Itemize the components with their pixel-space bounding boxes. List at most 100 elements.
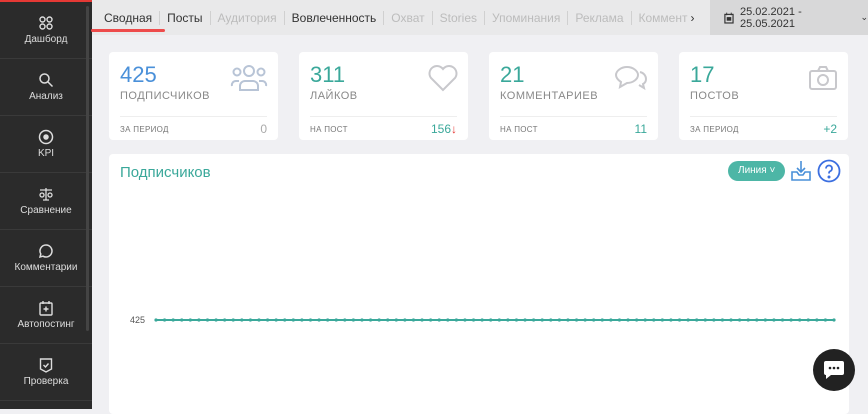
data-point [695,318,699,322]
stat-card-followers: 425 ПОДПИСЧИКОВ ЗА ПЕРИОД 0 [109,52,278,140]
sidebar-item-kpi[interactable]: KPI [0,116,92,173]
sidebar-item-dashboard[interactable]: Дашборд [0,2,92,59]
data-point [403,318,407,322]
data-point [583,318,587,322]
data-point [411,318,416,322]
data-point [317,318,321,322]
stat-foot-label: ЗА ПЕРИОД [690,124,739,134]
users-icon [230,65,268,91]
calendar-plus-icon [39,301,53,316]
followers-chart-panel: Подписчиков Линия ˅ 425 [109,154,849,414]
data-point [180,318,184,322]
data-point [815,318,819,322]
data-point [291,318,295,322]
data-point [214,318,218,322]
stat-foot-value: 156 [430,122,451,136]
data-point [806,318,810,322]
data-point [454,318,458,322]
tab-comments[interactable]: Коммент [632,11,691,25]
data-point [240,318,244,322]
data-point [471,318,476,322]
comments-icon [614,65,648,91]
data-point [506,318,510,322]
stat-foot-value: 0 [260,122,267,136]
date-range-picker[interactable]: 25.02.2021 - 25.05.2021 ⌄ [710,0,868,35]
data-point [420,318,424,322]
data-point [643,318,647,322]
calendar-icon [724,12,734,24]
stat-card-posts: 17 ПОСТОВ ЗА ПЕРИОД +2 [679,52,848,140]
data-point [720,318,725,322]
tab-posts[interactable]: Посты [160,10,211,25]
data-point [351,318,355,322]
tab-reach[interactable]: Охват [384,10,433,25]
sidebar-item-comments[interactable]: Комментарии [0,230,92,287]
check-shield-icon [39,358,53,373]
stat-foot-label: НА ПОСТ [310,124,348,134]
data-point [283,318,287,322]
tab-stories[interactable]: Stories [433,10,486,25]
data-point [677,318,682,322]
tab-ads[interactable]: Реклама [568,10,632,25]
chat-icon [824,361,844,379]
heart-icon [428,65,458,92]
camera-icon [809,66,837,90]
comment-icon [38,244,53,259]
search-icon [39,73,54,88]
data-point [549,318,553,322]
data-point [188,318,192,322]
sidebar-item-analysis[interactable]: Анализ [0,59,92,116]
line-chart: 425 [130,315,836,325]
tab-audience[interactable]: Аудитория [211,10,285,25]
data-point [480,318,484,322]
data-point [300,318,304,322]
data-point [592,318,596,322]
sidebar-item-label: Комментарии [14,262,78,273]
tabs-scroll-right-icon[interactable]: › [690,11,694,25]
data-point [729,318,733,322]
data-point [635,318,639,322]
stat-foot-value: 11 [634,122,647,136]
data-point [755,318,759,322]
trend-down-icon: ↓ [451,122,457,136]
sidebar: Дашборд Анализ KPI Сравнение Комментарии… [0,2,92,409]
chat-button[interactable] [813,349,855,391]
data-point [162,318,167,322]
sidebar-item-label: Дашборд [24,34,68,45]
data-point [429,318,433,322]
data-point [308,318,313,322]
stat-foot-value: +2 [823,122,837,136]
data-point [326,318,330,322]
target-icon [38,129,54,145]
sidebar-item-autoposting[interactable]: Автопостинг [0,287,92,344]
data-point [566,318,570,322]
data-point [257,318,261,322]
data-point [265,318,270,322]
data-point [712,318,716,322]
sidebar-item-compare[interactable]: Сравнение [0,173,92,230]
chevron-down-icon: ⌄ [860,12,868,22]
sidebar-item-label: Проверка [23,376,69,387]
data-point [343,318,347,322]
sidebar-item-check[interactable]: Проверка [0,344,92,401]
data-point [437,318,441,322]
sidebar-item-label: Автопостинг [17,319,75,330]
data-point [617,318,622,322]
dashboard-icon [39,16,53,30]
data-point [197,318,201,322]
data-point [231,318,235,322]
data-point [171,318,175,322]
data-point [154,318,158,322]
data-point [737,318,742,322]
tab-summary[interactable]: Сводная [90,10,166,32]
sidebar-scrollbar[interactable] [86,6,89,331]
data-point [248,318,253,322]
tab-engagement[interactable]: Вовлеченность [285,10,385,25]
data-point [334,318,338,322]
stat-card-comments: 21 КОММЕНТАРИЕВ НА ПОСТ 11 [489,52,658,140]
data-point [798,318,802,322]
stat-card-likes: 311 ЛАЙКОВ НА ПОСТ 156↓ [299,52,468,140]
data-point [609,318,613,322]
tab-mentions[interactable]: Упоминания [485,10,569,25]
stat-foot-label: НА ПОСТ [500,124,538,134]
